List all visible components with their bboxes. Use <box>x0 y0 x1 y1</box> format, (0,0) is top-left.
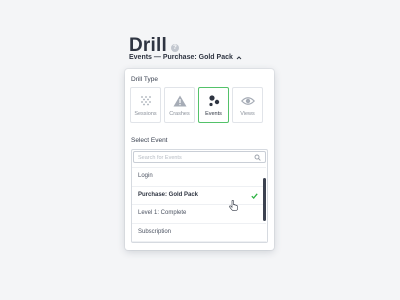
drill-type-label: Drill Type <box>131 76 158 83</box>
list-item-label: Purchase: Gold Pack <box>138 191 199 198</box>
event-select-list[interactable]: Registration Login Purchase: Gold Pack L… <box>131 149 268 243</box>
drill-page: Drill ? Events — Purchase: Gold Pack Dri… <box>0 0 400 300</box>
drill-type-events[interactable]: Events <box>198 87 229 123</box>
list-item[interactable]: Subscription <box>132 224 266 242</box>
drill-type-options: Sessions Crashes Events Views <box>130 87 263 123</box>
caret-up-icon <box>236 55 242 59</box>
drill-dropdown-panel: Drill Type Sessions Crashes Events Views… <box>125 69 274 250</box>
hand-cursor-icon <box>229 200 238 211</box>
list-item-selected[interactable]: Purchase: Gold Pack <box>132 187 266 206</box>
sessions-dots-icon <box>140 96 151 106</box>
drill-type-label-views: Views <box>240 111 255 117</box>
search-icon[interactable] <box>254 154 261 161</box>
list-item[interactable]: Level 1: Complete <box>132 205 266 224</box>
check-icon <box>251 192 258 199</box>
events-dots-icon <box>208 95 219 107</box>
select-event-label: Select Event <box>131 137 168 144</box>
event-list: Registration Login Purchase: Gold Pack L… <box>132 157 266 242</box>
search-field <box>133 151 266 163</box>
breadcrumb: Events — Purchase: Gold Pack <box>129 54 233 61</box>
breadcrumb-toggle[interactable]: Events — Purchase: Gold Pack <box>129 54 242 61</box>
drill-type-views[interactable]: Views <box>232 87 263 123</box>
scrollbar[interactable] <box>263 178 266 221</box>
drill-type-label-sessions: Sessions <box>134 111 157 117</box>
help-icon[interactable]: ? <box>170 43 179 52</box>
list-item[interactable]: Login <box>132 168 266 187</box>
drill-type-label-events: Events <box>205 111 222 117</box>
drill-type-label-crashes: Crashes <box>169 111 190 117</box>
drill-type-crashes[interactable]: Crashes <box>164 87 195 123</box>
eye-icon <box>240 97 255 105</box>
search-input[interactable] <box>138 153 253 162</box>
drill-type-sessions[interactable]: Sessions <box>130 87 161 123</box>
warning-triangle-icon <box>173 95 186 107</box>
